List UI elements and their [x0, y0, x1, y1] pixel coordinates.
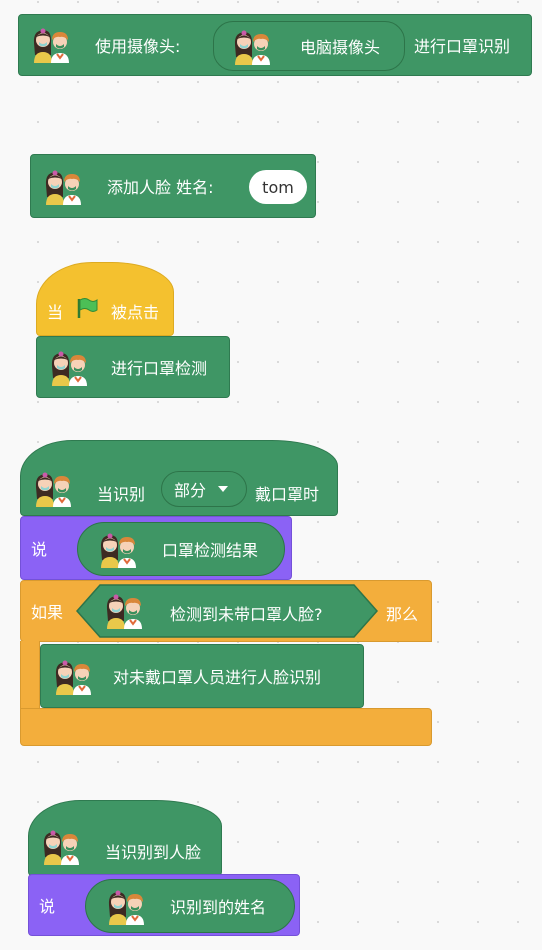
add-face-block[interactable]: 添加人脸 姓名: tom: [30, 154, 316, 218]
kids-mask-icon: [34, 471, 72, 508]
block-text: 被点击: [111, 303, 160, 322]
kids-mask-icon: [107, 889, 145, 926]
say-block[interactable]: 说 识别到的姓名: [28, 874, 300, 936]
block-text: 当识别到人脸: [105, 843, 202, 862]
kids-mask-icon: [99, 532, 137, 569]
block-text: 当识别: [97, 485, 146, 504]
mask-detection-block[interactable]: 进行口罩检测: [36, 336, 230, 398]
block-text: 进行口罩识别: [414, 37, 511, 56]
dropdown-value: 部分: [174, 481, 207, 500]
say-block[interactable]: 说 口罩检测结果: [20, 516, 292, 580]
kids-mask-icon: [50, 350, 88, 387]
chevron-down-icon: [218, 486, 229, 492]
block-text: 添加人脸 姓名:: [107, 178, 214, 197]
kids-mask-icon: [54, 659, 92, 696]
camera-option: 电脑摄像头: [300, 38, 381, 57]
condition-text: 检测到未带口罩人脸?: [170, 605, 323, 624]
when-face-recognized-hat[interactable]: 当识别到人脸: [28, 800, 222, 876]
if-block-arm: [20, 641, 40, 711]
block-text: 说: [39, 897, 56, 916]
block-text: 戴口罩时: [255, 485, 320, 504]
mask-option-dropdown[interactable]: 部分: [161, 471, 247, 507]
kids-mask-icon: [32, 27, 70, 64]
recognized-name-reporter[interactable]: 识别到的姓名: [85, 879, 295, 933]
block-text: 那么: [386, 605, 419, 624]
kids-mask-icon: [44, 169, 82, 206]
block-text: 进行口罩检测: [111, 359, 208, 378]
camera-recognition-block[interactable]: 使用摄像头: 电脑摄像头 进行口罩识别: [18, 14, 532, 76]
green-flag-icon: [77, 298, 98, 318]
block-text: 对未戴口罩人员进行人脸识别: [113, 668, 322, 687]
camera-selector[interactable]: 电脑摄像头: [213, 21, 405, 71]
block-text: 使用摄像头:: [95, 37, 181, 56]
block-text: 如果: [31, 603, 64, 622]
reporter-text: 口罩检测结果: [162, 541, 259, 560]
if-block-bottom: [20, 708, 432, 746]
reporter-text: 识别到的姓名: [170, 898, 267, 917]
mask-result-reporter[interactable]: 口罩检测结果: [77, 522, 285, 576]
kids-mask-icon: [233, 29, 271, 66]
kids-mask-icon: [105, 593, 143, 630]
block-text: 当: [47, 303, 64, 322]
name-input[interactable]: tom: [249, 170, 307, 204]
face-recognition-action-block[interactable]: 对未戴口罩人员进行人脸识别: [40, 644, 364, 708]
when-mask-recognized-hat[interactable]: 当识别 部分 戴口罩时: [20, 440, 338, 516]
when-flag-clicked-hat[interactable]: 当 被点击: [36, 262, 174, 336]
block-text: 说: [31, 540, 48, 559]
kids-mask-icon: [42, 829, 80, 866]
